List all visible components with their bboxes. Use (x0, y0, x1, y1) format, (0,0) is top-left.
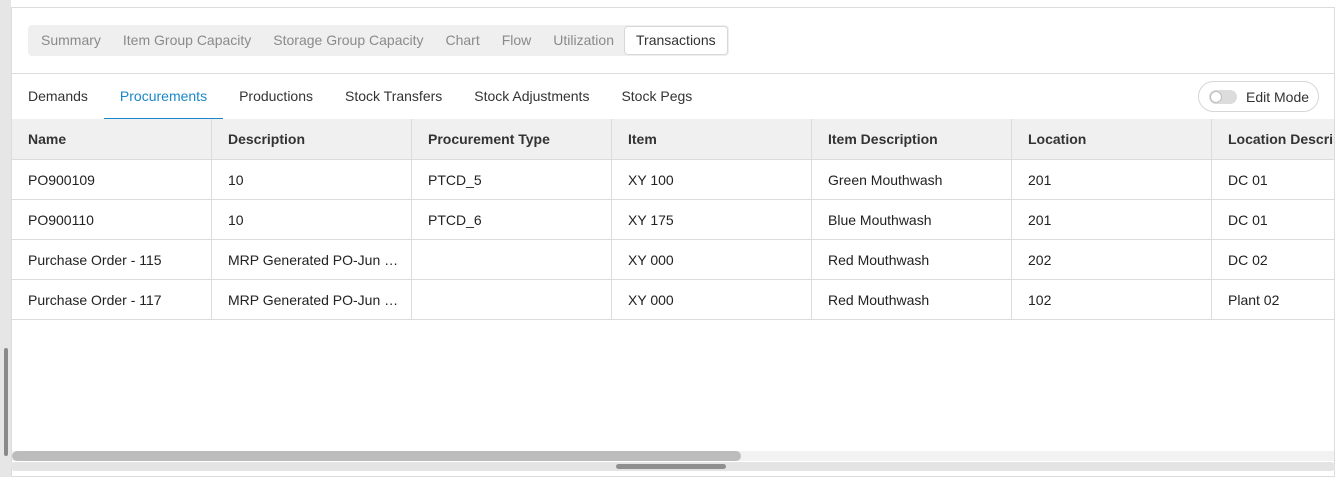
left-scrollbar[interactable] (0, 0, 11, 477)
cell-item: XY 000 (612, 280, 812, 319)
cell-location-description: DC 02 (1228, 252, 1268, 268)
table-row[interactable]: Purchase Order - 115 MRP Generated PO-Ju… (12, 240, 1334, 280)
subtab-productions[interactable]: Productions (223, 74, 329, 120)
subtab-stock-transfers[interactable]: Stock Transfers (329, 74, 458, 120)
table-horizontal-scrollbar-thumb[interactable] (12, 451, 741, 461)
edit-mode-label: Edit Mode (1246, 88, 1310, 105)
column-header-name[interactable]: Name (12, 119, 212, 159)
cell-location-description: Plant 02 (1228, 292, 1280, 308)
cell-location-description: DC 01 (1228, 172, 1268, 188)
table-header-row: Name Description Procurement Type Item I… (12, 119, 1334, 160)
cell-location: 102 (1012, 280, 1212, 319)
cell-description: MRP Generated PO-Jun 0… (212, 240, 412, 279)
cell-location-description: DC 01 (1228, 212, 1268, 228)
tab-item-group-capacity[interactable]: Item Group Capacity (112, 27, 262, 54)
transaction-type-tabs: Demands Procurements Productions Stock T… (12, 74, 708, 120)
column-header-item[interactable]: Item (612, 119, 812, 159)
cell-procurement-type (412, 240, 612, 279)
cell-name: PO900110 (12, 200, 212, 239)
tab-transactions[interactable]: Transactions (625, 27, 727, 54)
cell-location: 201 (1012, 160, 1212, 199)
table-row[interactable]: Purchase Order - 117 MRP Generated PO-Ju… (12, 280, 1334, 320)
cell-location: 202 (1012, 240, 1212, 279)
tab-summary[interactable]: Summary (30, 27, 112, 54)
column-header-description[interactable]: Description (212, 119, 412, 159)
cell-item-description: Blue Mouthwash (812, 200, 1012, 239)
cell-procurement-type: PTCD_5 (412, 160, 612, 199)
cell-name: Purchase Order - 115 (12, 240, 212, 279)
column-header-item-description[interactable]: Item Description (812, 119, 1012, 159)
table-row[interactable]: PO900109 10 PTCD_5 XY 100 Green Mouthwas… (12, 160, 1334, 200)
table-row[interactable]: PO900110 10 PTCD_6 XY 175 Blue Mouthwash… (12, 200, 1334, 240)
procurements-table: Name Description Procurement Type Item I… (12, 119, 1334, 320)
cell-description: MRP Generated PO-Jun 0… (212, 280, 412, 319)
cell-item: XY 175 (612, 200, 812, 239)
tab-flow[interactable]: Flow (491, 27, 543, 54)
view-tab-bar: Summary Item Group Capacity Storage Grou… (28, 25, 729, 56)
edit-mode-toggle-button[interactable]: Edit Mode (1198, 81, 1319, 112)
cell-procurement-type: PTCD_6 (412, 200, 612, 239)
column-header-location[interactable]: Location (1012, 119, 1212, 159)
cell-name: PO900109 (12, 160, 212, 199)
column-header-procurement-type[interactable]: Procurement Type (412, 119, 612, 159)
cell-name: Purchase Order - 117 (12, 280, 212, 319)
column-header-location-description[interactable]: Location Descript (1212, 119, 1334, 159)
cell-description: 10 (212, 160, 412, 199)
subtab-stock-adjustments[interactable]: Stock Adjustments (458, 74, 605, 120)
cell-item-description: Red Mouthwash (812, 240, 1012, 279)
cell-item-description: Green Mouthwash (812, 160, 1012, 199)
tab-storage-group-capacity[interactable]: Storage Group Capacity (262, 27, 434, 54)
toggle-knob (1210, 90, 1222, 103)
cell-item-description: Red Mouthwash (812, 280, 1012, 319)
subtab-procurements[interactable]: Procurements (103, 74, 224, 120)
page-horizontal-scrollbar-thumb[interactable] (616, 464, 726, 469)
cell-item: XY 000 (612, 240, 812, 279)
tab-utilization[interactable]: Utilization (542, 27, 625, 54)
transactions-panel: Summary Item Group Capacity Storage Grou… (11, 7, 1335, 477)
cell-location: 201 (1012, 200, 1212, 239)
subtab-demands[interactable]: Demands (12, 74, 104, 120)
cell-item: XY 100 (612, 160, 812, 199)
left-scrollbar-thumb[interactable] (4, 348, 8, 456)
cell-procurement-type (412, 280, 612, 319)
tab-chart[interactable]: Chart (435, 27, 491, 54)
toggle-switch[interactable] (1209, 89, 1237, 104)
cell-description: 10 (212, 200, 412, 239)
subtab-stock-pegs[interactable]: Stock Pegs (605, 74, 708, 120)
